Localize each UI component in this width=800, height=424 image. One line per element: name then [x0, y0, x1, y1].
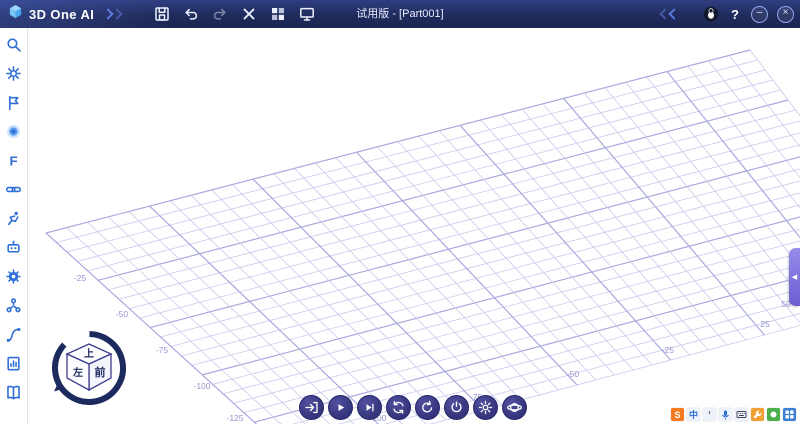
tool-render-icon[interactable]: [5, 122, 23, 140]
save-button[interactable]: [152, 4, 172, 24]
more-icon[interactable]: [783, 408, 796, 421]
tool-animation-icon[interactable]: [5, 209, 23, 227]
tool-link-icon[interactable]: [5, 180, 23, 198]
close-button[interactable]: ×: [777, 5, 794, 23]
soft-keyboard-icon[interactable]: [735, 408, 748, 421]
logo-group: 3D One AI: [8, 0, 123, 28]
chevrons-left-decoration: [659, 8, 680, 20]
sim-reset-button[interactable]: [415, 395, 440, 420]
sim-enter-simulation-button[interactable]: [299, 395, 324, 420]
sim-power-button[interactable]: [444, 395, 469, 420]
tool-settings-icon[interactable]: [5, 64, 23, 82]
ground-grid: [45, 49, 800, 424]
tool-tutorial-icon[interactable]: [5, 383, 23, 401]
main-toolbar: [152, 0, 317, 28]
redo-button[interactable]: [210, 4, 230, 24]
viewport[interactable]: -25-50-75-100-125-100-75-50-25255075 上 左…: [28, 28, 800, 424]
blocks-button[interactable]: [268, 4, 288, 24]
tool-search-icon[interactable]: [5, 35, 23, 53]
left-toolbar: F: [0, 28, 28, 424]
skin-icon[interactable]: [767, 408, 780, 421]
sim-step-button[interactable]: [357, 395, 382, 420]
app-logo-icon: [8, 4, 23, 24]
sim-loop-button[interactable]: [386, 395, 411, 420]
sim-sim-settings-button[interactable]: [473, 395, 498, 420]
svg-text:F: F: [9, 153, 17, 168]
toolbox-icon[interactable]: [751, 408, 764, 421]
input-method-tray: S 中’: [671, 408, 796, 421]
simulation-controls: [299, 395, 527, 420]
viewcube-front-label: 前: [95, 365, 106, 379]
punctuation-icon[interactable]: ’: [703, 408, 716, 421]
viewcube-top-label: 上: [84, 347, 94, 360]
chevrons-right-decoration: [102, 8, 123, 20]
viewcube-left-label: 左: [72, 366, 83, 379]
help-button[interactable]: ?: [728, 7, 742, 22]
undo-button[interactable]: [181, 4, 201, 24]
chinese-mode-icon[interactable]: 中: [687, 408, 700, 421]
tool-robot-icon[interactable]: [5, 238, 23, 256]
app-window: 3D One AI 试用版 - [Part001] ? – × F -25 -5…: [0, 0, 800, 424]
titlebar: 3D One AI 试用版 - [Part001] ? – ×: [0, 0, 800, 28]
minimize-button[interactable]: –: [751, 5, 768, 23]
app-title: 3D One AI: [29, 6, 95, 22]
panel-expand-handle[interactable]: ◀: [789, 248, 800, 306]
tool-curve-icon[interactable]: [5, 325, 23, 343]
account-icon[interactable]: [703, 6, 719, 22]
sim-play-button[interactable]: [328, 395, 353, 420]
mic-icon[interactable]: [719, 408, 732, 421]
titlebar-right-group: ? – ×: [657, 0, 794, 28]
tool-scene-icon[interactable]: [5, 93, 23, 111]
sim-world-button[interactable]: [502, 395, 527, 420]
sogou-input-icon[interactable]: S: [671, 408, 684, 421]
tool-drive-gear-icon[interactable]: [5, 267, 23, 285]
tool-structure-icon[interactable]: [5, 296, 23, 314]
tool-report-icon[interactable]: [5, 354, 23, 372]
view-cube[interactable]: 上 左 前: [48, 327, 130, 409]
export-device-button[interactable]: [297, 4, 317, 24]
close-doc-button[interactable]: [239, 4, 259, 24]
tool-text-icon[interactable]: F: [5, 151, 23, 169]
